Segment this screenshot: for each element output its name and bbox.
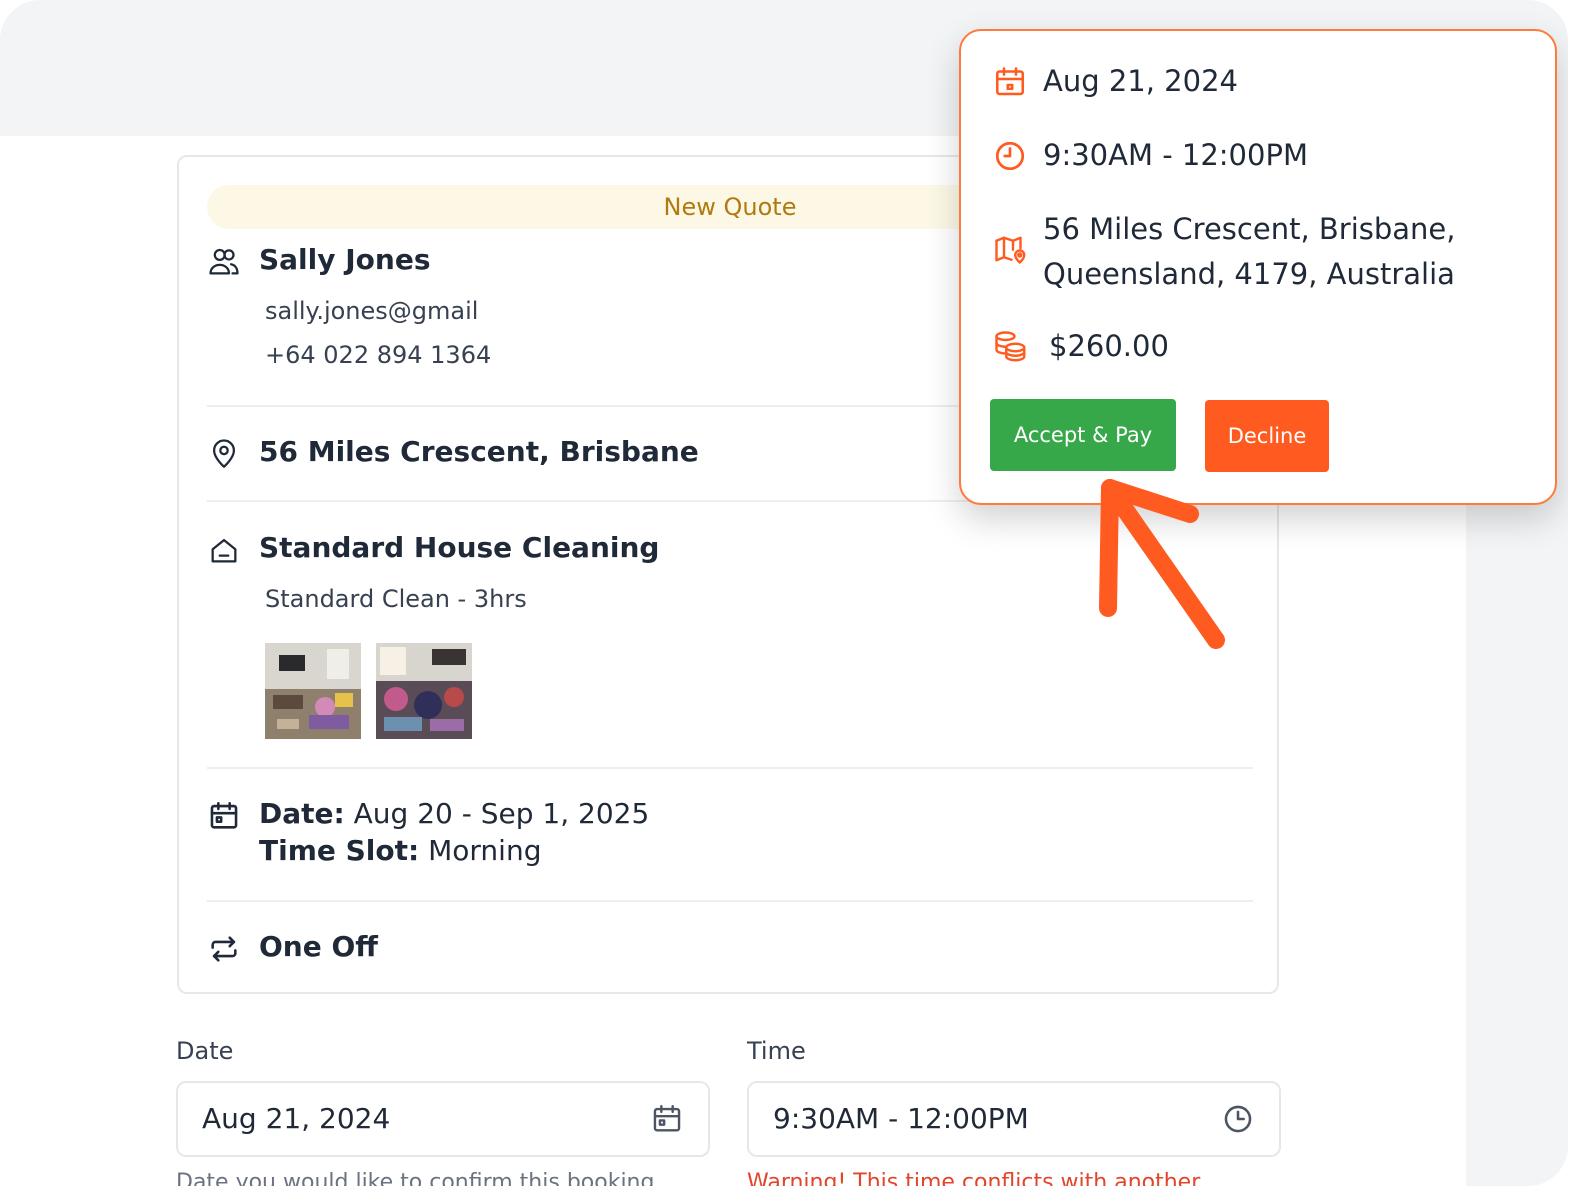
schedule-date: Date: Aug 20 - Sep 1, 2025 (259, 797, 649, 830)
divider (207, 900, 1253, 902)
date-helper-text: Date you would like to confirm this book… (176, 1170, 655, 1186)
coins-icon (992, 328, 1028, 364)
date-input-value: Aug 21, 2024 (202, 1102, 391, 1135)
decline-button[interactable]: Decline (1205, 400, 1329, 472)
customer-name: Sally Jones (259, 243, 431, 276)
schedule-slot: Time Slot: Morning (259, 834, 541, 867)
time-input[interactable]: 9:30AM - 12:00PM (747, 1081, 1281, 1157)
time-field-label: Time (747, 1037, 806, 1065)
divider (207, 767, 1253, 769)
quote-summary-popover: Aug 21, 2024 9:30AM - 12:00PM 56 Miles C… (959, 29, 1557, 505)
job-address: 56 Miles Crescent, Brisbane (259, 435, 699, 468)
schedule-slot-label: Time Slot: (259, 834, 420, 867)
clock-icon (992, 138, 1028, 174)
repeat-icon (207, 932, 241, 966)
customer-phone: +64 022 894 1364 (265, 341, 492, 369)
calendar-icon[interactable] (650, 1102, 684, 1136)
pointer-arrow-icon (1099, 479, 1225, 649)
service-detail: Standard Clean - 3hrs (265, 585, 527, 613)
popover-time: 9:30AM - 12:00PM (1043, 138, 1308, 172)
schedule-slot-value: Morning (428, 834, 542, 867)
popover-address-line1: 56 Miles Crescent, Brisbane, (1043, 212, 1456, 246)
clock-icon[interactable] (1221, 1102, 1255, 1136)
popover-address-line2: Queensland, 4179, Australia (1043, 257, 1455, 291)
home-icon (207, 533, 241, 567)
date-field-label: Date (176, 1037, 234, 1065)
date-input[interactable]: Aug 21, 2024 (176, 1081, 710, 1157)
time-input-value: 9:30AM - 12:00PM (773, 1102, 1029, 1135)
users-icon (207, 245, 241, 279)
job-photo[interactable] (376, 643, 472, 739)
app-frame: New Quote Sally Jones sally.jones@gmail … (0, 0, 1568, 1186)
popover-price: $260.00 (1049, 329, 1169, 363)
popover-date: Aug 21, 2024 (1043, 64, 1238, 98)
job-photo[interactable] (265, 643, 361, 739)
time-warning-text: Warning! This time conflicts with anothe… (747, 1170, 1201, 1186)
schedule-date-value: Aug 20 - Sep 1, 2025 (353, 797, 650, 830)
service-name: Standard House Cleaning (259, 531, 660, 564)
schedule-date-label: Date: (259, 797, 345, 830)
customer-email: sally.jones@gmail (265, 297, 479, 325)
map-icon (992, 231, 1028, 267)
map-pin-icon (207, 437, 241, 471)
calendar-icon (992, 64, 1028, 100)
accept-pay-button[interactable]: Accept & Pay (990, 399, 1176, 471)
calendar-icon (207, 799, 241, 833)
frequency: One Off (259, 930, 378, 963)
